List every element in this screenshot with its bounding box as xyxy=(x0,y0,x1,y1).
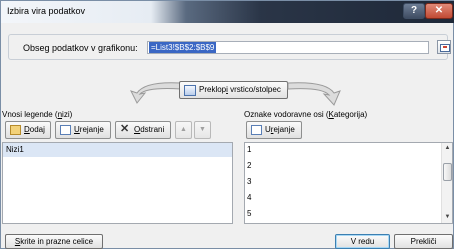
close-button[interactable]: ✕ xyxy=(425,3,453,19)
switch-row-column-icon xyxy=(184,85,196,96)
remove-series-label: Odstrani xyxy=(134,125,165,134)
switch-row-column-label: Preklopi vrstico/stolpec xyxy=(199,85,281,94)
list-item[interactable]: 5 xyxy=(246,207,251,223)
range-collapse-icon[interactable] xyxy=(437,40,451,54)
add-icon xyxy=(10,125,21,135)
category-labels-list[interactable]: 1 2 3 4 5 ▲ ▼ xyxy=(244,142,453,224)
move-down-button[interactable]: ▼ xyxy=(194,121,211,139)
remove-series-button[interactable]: ✕ Odstrani xyxy=(115,121,171,139)
window-title: Izbira vira podatkov xyxy=(7,6,86,16)
legend-entries-label: Vnosi legende (nizi) xyxy=(2,110,73,119)
edit-series-button[interactable]: Urejanje xyxy=(55,121,111,139)
add-series-button[interactable]: Dodaj xyxy=(5,121,51,139)
category-labels-label: Oznake vodoravne osi (Kategorija) xyxy=(244,110,368,119)
list-item[interactable]: Nizi1 xyxy=(3,143,232,157)
list-item[interactable]: 4 xyxy=(246,191,251,207)
edit-series-label: Urejanje xyxy=(74,125,104,134)
edit-icon xyxy=(251,125,262,135)
chart-data-range-label: Obseg podatkov v grafikonu: xyxy=(23,43,138,53)
edit-categories-label: Urejanje xyxy=(265,125,295,134)
cancel-button[interactable]: Prekliči xyxy=(394,234,453,249)
chart-data-range-group: Obseg podatkov v grafikonu: =List3!$B$2:… xyxy=(8,34,451,60)
list-item[interactable]: 2 xyxy=(246,159,251,175)
chart-data-range-value: =List3!$B$2:$B$9 xyxy=(149,42,217,53)
curved-arrow-left-icon xyxy=(130,82,182,104)
title-bar[interactable]: Izbira vira podatkov ? ✕ xyxy=(1,1,454,23)
edit-categories-button[interactable]: Urejanje xyxy=(246,121,302,139)
list-item[interactable]: 1 xyxy=(246,143,251,159)
scroll-up-icon[interactable]: ▲ xyxy=(443,144,452,153)
list-item[interactable]: 3 xyxy=(246,175,251,191)
hidden-empty-cells-button[interactable]: Skrite in prazne celice xyxy=(5,234,103,249)
curved-arrow-right-icon xyxy=(287,82,341,106)
move-up-button[interactable]: ▲ xyxy=(175,121,192,139)
category-list-scrollbar[interactable]: ▲ ▼ xyxy=(441,143,452,223)
select-data-source-dialog: Izbira vira podatkov ? ✕ Obseg podatkov … xyxy=(0,0,454,249)
remove-icon: ✕ xyxy=(120,123,130,135)
switch-row-column-button[interactable]: Preklopi vrstico/stolpec xyxy=(179,81,288,99)
legend-entries-list[interactable]: Nizi1 xyxy=(2,142,233,224)
add-series-label: Dodaj xyxy=(24,125,45,134)
edit-icon xyxy=(60,125,71,135)
help-button[interactable]: ? xyxy=(403,3,425,19)
scroll-down-icon[interactable]: ▼ xyxy=(443,213,452,222)
scroll-thumb[interactable] xyxy=(443,163,452,181)
chart-data-range-input[interactable]: =List3!$B$2:$B$9 xyxy=(147,41,429,54)
ok-button[interactable]: V redu xyxy=(335,234,390,249)
